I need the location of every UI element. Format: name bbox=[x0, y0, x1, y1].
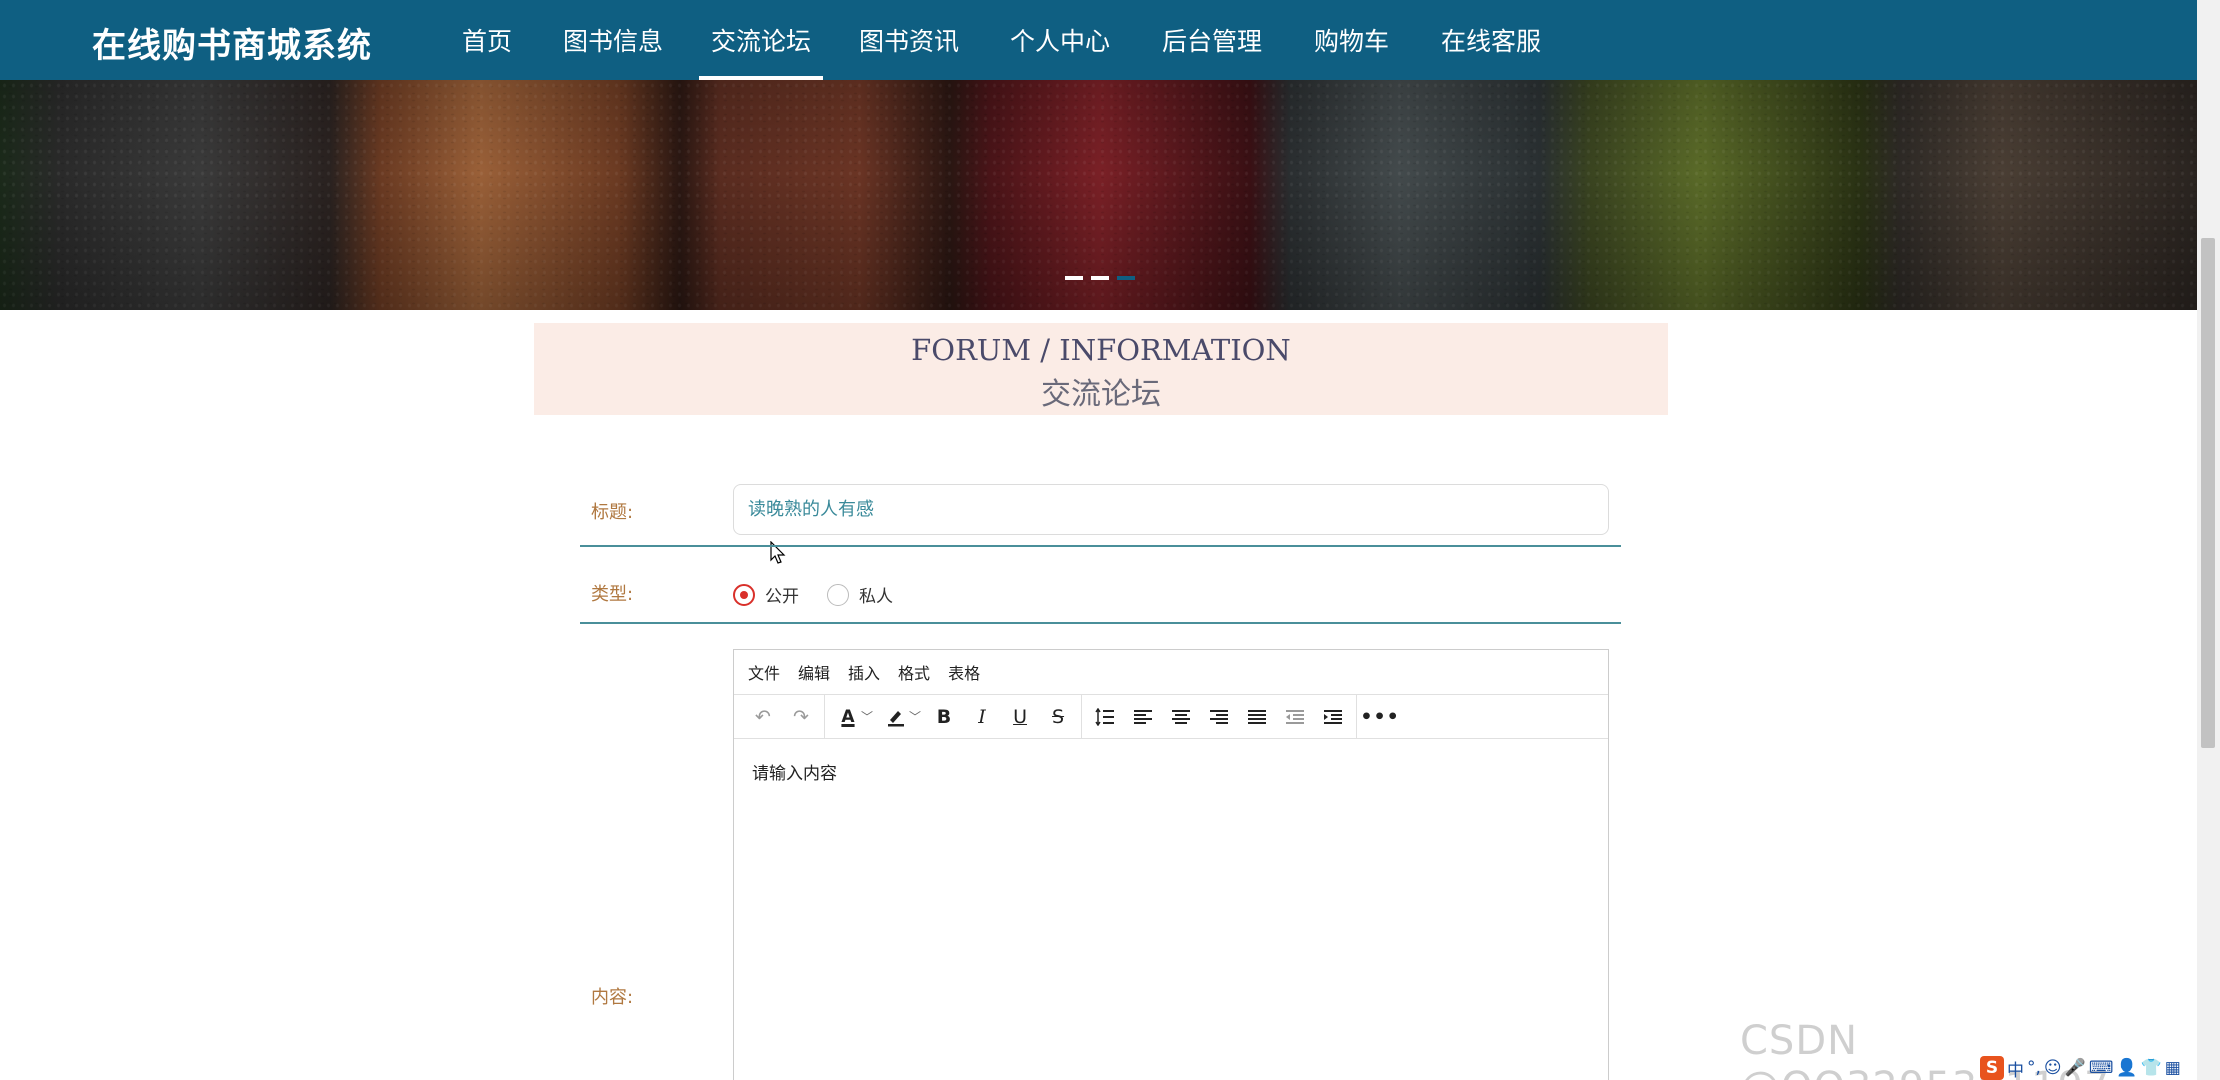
ime-tray: S 中 °, ☺ 🎤 ⌨ 👤 👕 ▦ bbox=[1980, 1056, 2181, 1080]
radio-private[interactable] bbox=[827, 583, 849, 606]
radio-public[interactable] bbox=[733, 583, 755, 606]
content-label: 内容: bbox=[591, 987, 634, 1008]
carousel-dot-1[interactable] bbox=[1065, 276, 1083, 280]
skin-icon[interactable]: 👕 bbox=[2141, 1058, 2162, 1078]
title-input[interactable]: 读晚熟的人有感 bbox=[733, 484, 1609, 535]
title-label: 标题: bbox=[591, 502, 634, 523]
toolbar-separator bbox=[824, 694, 825, 739]
nav-admin[interactable]: 后台管理 bbox=[1162, 22, 1262, 80]
user-icon[interactable]: 👤 bbox=[2116, 1058, 2137, 1078]
ime-chinese-mode[interactable]: 中 bbox=[2007, 1056, 2024, 1080]
menu-file[interactable]: 文件 bbox=[748, 660, 780, 684]
toolbar-separator bbox=[1081, 694, 1083, 739]
section-title-en: FORUM / INFORMATION bbox=[911, 333, 1291, 367]
carousel-dot-3[interactable] bbox=[1117, 276, 1135, 280]
underline-icon[interactable]: U bbox=[1001, 699, 1039, 735]
line-height-icon[interactable] bbox=[1086, 699, 1124, 735]
page-scrollbar-thumb[interactable] bbox=[2201, 238, 2215, 748]
menu-format[interactable]: 格式 bbox=[898, 660, 930, 684]
toolbox-icon[interactable]: ▦ bbox=[2165, 1058, 2181, 1078]
type-divider bbox=[580, 622, 1621, 624]
type-radio-group: 公开 私人 bbox=[733, 582, 921, 607]
chevron-down-icon[interactable]: ﹀ bbox=[861, 708, 873, 725]
microphone-icon[interactable]: 🎤 bbox=[2065, 1058, 2086, 1078]
nav-cart[interactable]: 购物车 bbox=[1314, 22, 1389, 80]
align-justify-icon[interactable] bbox=[1238, 699, 1276, 735]
top-navbar: 在线购书商城系统 首页 图书信息 交流论坛 图书资讯 个人中心 后台管理 购物车… bbox=[0, 0, 2197, 80]
section-heading: FORUM / INFORMATION 交流论坛 bbox=[534, 323, 1668, 415]
align-center-icon[interactable] bbox=[1162, 699, 1200, 735]
align-left-icon[interactable] bbox=[1124, 699, 1162, 735]
menu-table[interactable]: 表格 bbox=[948, 660, 980, 684]
nav-book-info[interactable]: 图书信息 bbox=[563, 22, 663, 80]
italic-icon[interactable]: I bbox=[963, 699, 1001, 735]
align-right-icon[interactable] bbox=[1200, 699, 1238, 735]
radio-private-label[interactable]: 私人 bbox=[859, 582, 893, 607]
nav-book-news[interactable]: 图书资讯 bbox=[859, 22, 959, 80]
carousel-dot-2[interactable] bbox=[1091, 276, 1109, 280]
menu-insert[interactable]: 插入 bbox=[848, 660, 880, 684]
radio-public-label[interactable]: 公开 bbox=[765, 582, 799, 607]
toolbar-separator bbox=[1356, 694, 1358, 739]
menu-edit[interactable]: 编辑 bbox=[798, 660, 830, 684]
keyboard-icon[interactable]: ⌨ bbox=[2089, 1058, 2114, 1078]
more-icon[interactable]: ••• bbox=[1360, 699, 1399, 735]
editor-menubar: 文件 编辑 插入 格式 表格 bbox=[734, 650, 1608, 695]
bold-icon[interactable]: B bbox=[925, 699, 963, 735]
rich-text-editor: 文件 编辑 插入 格式 表格 ↶ ↷ A ﹀ ﹀ B I U S ••• 请输入… bbox=[733, 649, 1609, 1080]
nav-online-service[interactable]: 在线客服 bbox=[1441, 22, 1541, 80]
indent-icon[interactable] bbox=[1314, 699, 1352, 735]
undo-icon[interactable]: ↶ bbox=[744, 699, 782, 735]
sogou-logo-icon[interactable]: S bbox=[1980, 1056, 2004, 1080]
chevron-down-icon[interactable]: ﹀ bbox=[909, 708, 921, 725]
punctuation-icon[interactable]: °, bbox=[2027, 1058, 2041, 1078]
nav-home[interactable]: 首页 bbox=[462, 22, 512, 80]
title-divider bbox=[580, 545, 1621, 547]
emoji-icon[interactable]: ☺ bbox=[2044, 1058, 2062, 1078]
redo-icon[interactable]: ↷ bbox=[782, 699, 820, 735]
outdent-icon[interactable] bbox=[1276, 699, 1314, 735]
strikethrough-icon[interactable]: S bbox=[1039, 699, 1077, 735]
nav-personal-center[interactable]: 个人中心 bbox=[1010, 22, 1110, 80]
nav-forum[interactable]: 交流论坛 bbox=[698, 22, 824, 80]
type-label: 类型: bbox=[591, 584, 634, 605]
section-title-cn: 交流论坛 bbox=[1041, 377, 1161, 412]
site-brand[interactable]: 在线购书商城系统 bbox=[92, 18, 372, 67]
page-root: 在线购书商城系统 首页 图书信息 交流论坛 图书资讯 个人中心 后台管理 购物车… bbox=[0, 0, 2220, 1080]
carousel-indicators bbox=[1065, 276, 1135, 280]
banner-carousel[interactable] bbox=[0, 80, 2197, 310]
editor-toolbar: ↶ ↷ A ﹀ ﹀ B I U S ••• bbox=[734, 694, 1608, 739]
editor-content-area[interactable]: 请输入内容 bbox=[734, 739, 1608, 804]
